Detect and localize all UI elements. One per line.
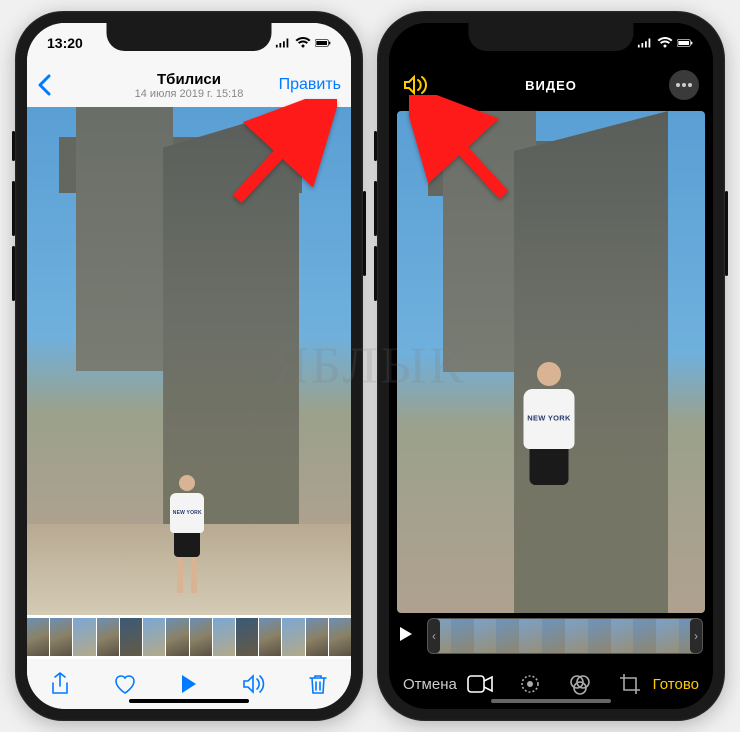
status-icons: [637, 37, 693, 49]
back-button[interactable]: [37, 74, 69, 96]
cancel-button[interactable]: Отмена: [403, 676, 457, 693]
ellipsis-icon: [675, 82, 693, 88]
side-button: [725, 191, 728, 276]
volume-button[interactable]: [241, 671, 267, 697]
volume-down-button: [374, 246, 377, 301]
trim-scrubber[interactable]: ‹ ›: [427, 618, 703, 654]
battery-icon: [315, 37, 331, 49]
status-time: 13:20: [47, 35, 83, 51]
right-phone-frame: ВИДЕО NEW YORK ‹: [377, 11, 725, 721]
speaker-icon: [242, 674, 266, 694]
trim-handle-right[interactable]: ›: [690, 619, 702, 653]
signal-icon: [275, 37, 291, 49]
volume-up-button: [12, 181, 15, 236]
left-screen: 13:20 Тбилиси 14 июля 2019 г. 15:18 Прав…: [27, 23, 351, 709]
person-in-photo: NEW YORK: [166, 475, 208, 595]
status-icons: [275, 37, 331, 49]
filters-tab[interactable]: [567, 671, 593, 697]
share-icon: [50, 672, 70, 696]
volume-down-button: [12, 246, 15, 301]
edit-button[interactable]: Править: [279, 76, 341, 94]
video-icon: [467, 675, 493, 693]
crop-icon: [618, 672, 642, 696]
speaker-on-icon: [403, 74, 429, 96]
side-button: [363, 191, 366, 276]
notch: [107, 23, 272, 51]
preview-play-button[interactable]: [399, 626, 419, 647]
crop-tab[interactable]: [617, 671, 643, 697]
thumbnail-strip[interactable]: [27, 615, 351, 659]
home-indicator[interactable]: [491, 699, 611, 703]
signal-icon: [637, 37, 653, 49]
edit-top-bar: ВИДЕО: [389, 63, 713, 107]
more-button[interactable]: [669, 70, 699, 100]
trash-icon: [308, 673, 328, 695]
play-icon: [180, 674, 198, 694]
trim-row: ‹ ›: [389, 613, 713, 659]
notch: [469, 23, 634, 51]
done-button[interactable]: Готово: [653, 676, 699, 693]
volume-up-button: [374, 181, 377, 236]
edit-canvas-wrap: NEW YORK: [389, 107, 713, 613]
favorite-button[interactable]: [112, 671, 138, 697]
adjust-icon: [518, 672, 542, 696]
filters-icon: [568, 672, 592, 696]
play-icon: [399, 626, 413, 642]
adjust-tab[interactable]: [517, 671, 543, 697]
video-tab[interactable]: [467, 671, 493, 697]
trim-handle-left[interactable]: ‹: [428, 619, 440, 653]
wifi-icon: [295, 37, 311, 49]
battery-icon: [677, 37, 693, 49]
mute-switch: [12, 131, 15, 161]
share-button[interactable]: [47, 671, 73, 697]
edit-mode-title: ВИДЕО: [389, 78, 713, 93]
heart-icon: [113, 673, 137, 695]
edit-canvas[interactable]: NEW YORK: [397, 111, 705, 613]
delete-button[interactable]: [305, 671, 331, 697]
chevron-left-icon: [37, 74, 51, 96]
nav-bar: Тбилиси 14 июля 2019 г. 15:18 Править: [27, 63, 351, 107]
left-phone-frame: 13:20 Тбилиси 14 июля 2019 г. 15:18 Прав…: [15, 11, 363, 721]
video-preview[interactable]: NEW YORK: [27, 107, 351, 615]
edit-tools: [467, 671, 643, 697]
right-screen: ВИДЕО NEW YORK ‹: [389, 23, 713, 709]
mute-toggle[interactable]: [403, 71, 431, 99]
wifi-icon: [657, 37, 673, 49]
person-in-photo: NEW YORK: [497, 362, 602, 613]
play-button[interactable]: [176, 671, 202, 697]
mute-switch: [374, 131, 377, 161]
home-indicator[interactable]: [129, 699, 249, 703]
